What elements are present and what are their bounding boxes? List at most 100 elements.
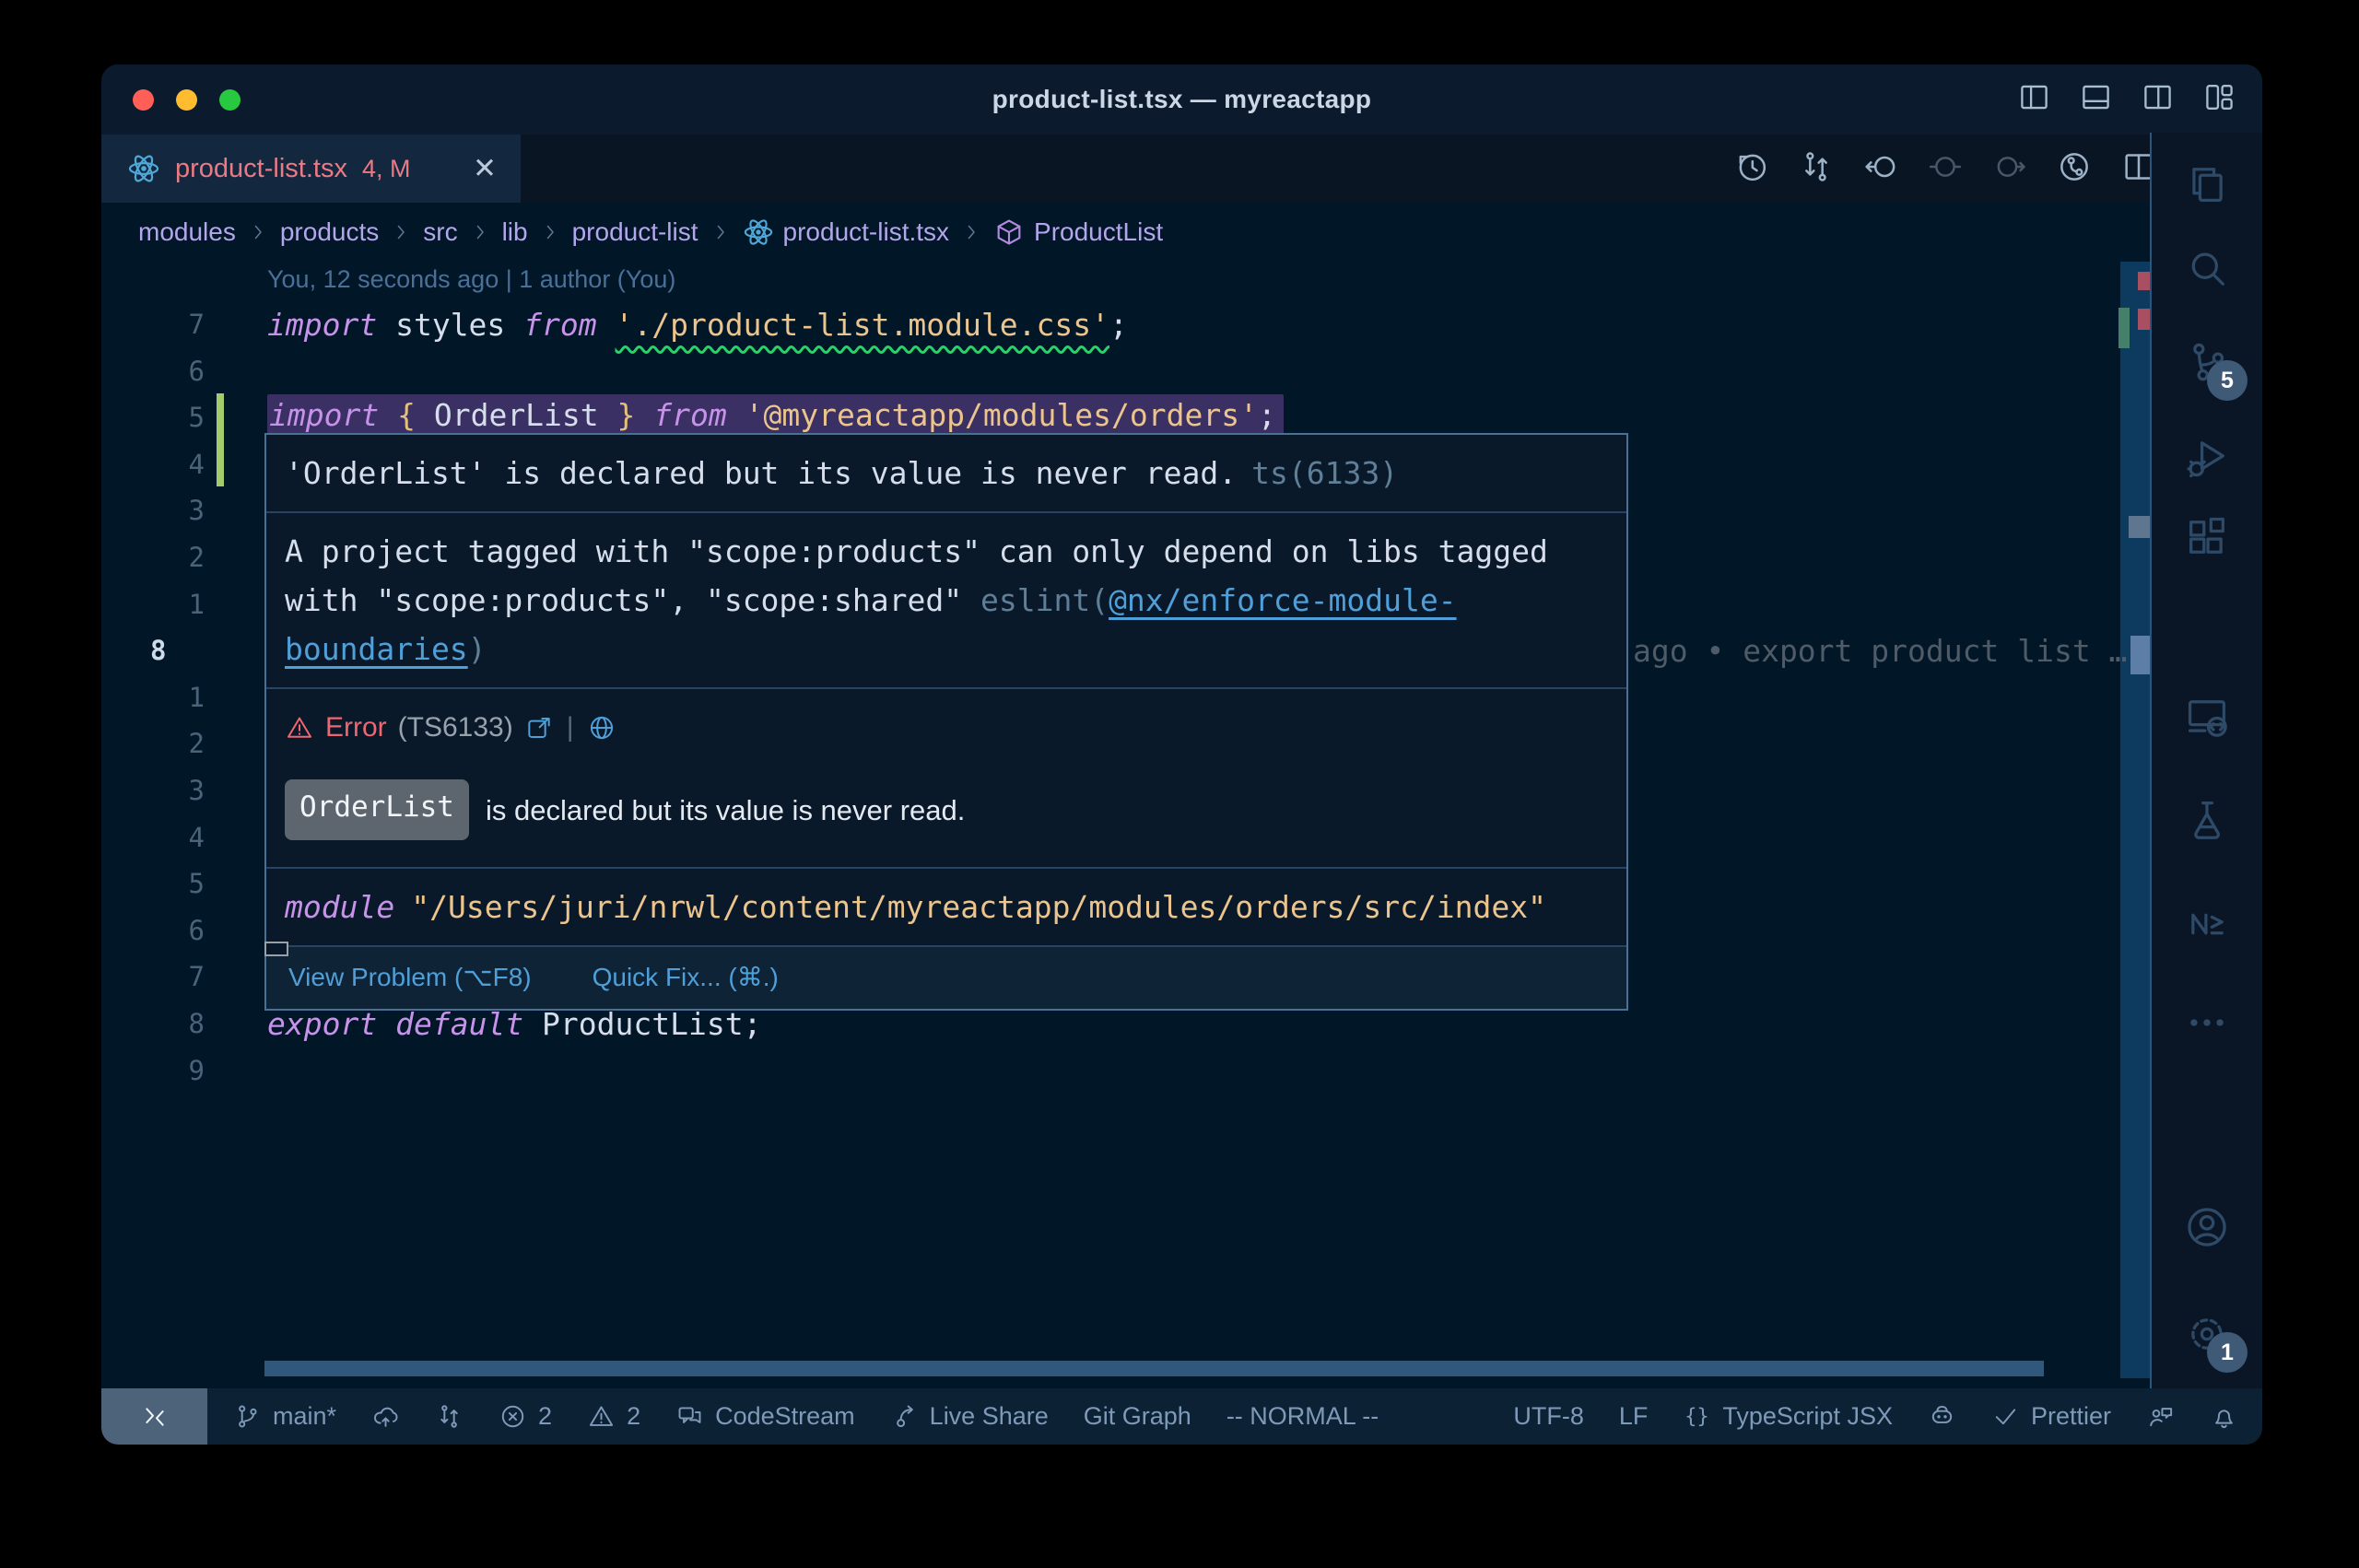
close-tab-icon[interactable]: ✕	[473, 152, 497, 185]
activity-files-icon[interactable]	[2183, 160, 2231, 208]
status-bell[interactable]	[2210, 1402, 2238, 1431]
line-number: 6	[101, 907, 205, 954]
status-normal[interactable]: -- NORMAL --	[1226, 1402, 1379, 1431]
status-compare-changes[interactable]	[435, 1402, 464, 1431]
modified-gutter-indicator	[217, 393, 224, 486]
eslint-source-open: eslint(	[980, 582, 1109, 618]
error-severity-label: Error	[325, 703, 387, 752]
status-feedback[interactable]	[2146, 1402, 2175, 1431]
code-line[interactable]: import styles from './product-list.modul…	[267, 301, 1128, 348]
hover-error-detail: Error(TS6133) | OrderList is declared bu…	[266, 687, 1626, 867]
cloud-upload-icon	[371, 1402, 400, 1431]
prev-change-button[interactable]	[1927, 148, 1964, 190]
breadcrumb-item[interactable]: modules	[138, 217, 236, 247]
check-icon	[1991, 1402, 2020, 1431]
breadcrumb-item[interactable]: product-list.tsx	[743, 216, 950, 248]
next-change-button[interactable]	[1991, 148, 2028, 190]
minimize-window-button[interactable]	[176, 89, 197, 111]
activity-bar: 51	[2150, 133, 2262, 1388]
codestream-icon	[675, 1402, 704, 1431]
line-number: 5	[101, 860, 205, 907]
status-live-share[interactable]: Live Share	[890, 1402, 1049, 1431]
status-2[interactable]: 2	[499, 1402, 552, 1431]
line-number: 1	[101, 674, 205, 721]
quick-fix-action[interactable]: Quick Fix... (⌘.)	[593, 962, 779, 992]
view-problem-action[interactable]: View Problem (⌥F8)	[288, 962, 532, 992]
activity-search-icon[interactable]	[2183, 245, 2231, 293]
status-typescript-jsx[interactable]: {}TypeScript JSX	[1683, 1402, 1893, 1431]
globe-icon[interactable]	[587, 713, 616, 743]
activity-nx-console-icon[interactable]	[2183, 900, 2231, 948]
status-bar: main* 2 2 CodeStream Live Share Git Graph -- N…	[101, 1388, 2262, 1445]
chip-message: is declared but its value is never read.	[486, 786, 965, 835]
activity-testing-icon[interactable]	[2183, 796, 2231, 844]
tab-product-list[interactable]: product-list.tsx 4, M ✕	[101, 135, 521, 203]
external-link-icon[interactable]	[524, 713, 554, 743]
react-icon	[127, 152, 160, 185]
status-left: main* 2 2 CodeStream Live Share Git Graph -- N…	[207, 1402, 1379, 1431]
status-2[interactable]: 2	[587, 1402, 640, 1431]
line-number: 4	[101, 814, 205, 861]
layout-customize-button[interactable]	[2202, 80, 2236, 119]
activity-more-icon[interactable]	[2183, 999, 2231, 1047]
activity-extensions-icon[interactable]	[2183, 513, 2231, 561]
status-git-graph[interactable]: Git Graph	[1084, 1402, 1191, 1431]
status-prettier[interactable]: Prettier	[1991, 1402, 2111, 1431]
separator: |	[567, 703, 574, 752]
hover-resize-handle[interactable]	[264, 942, 288, 956]
error-mark	[2138, 309, 2150, 330]
breadcrumb-item[interactable]: product-list	[572, 217, 698, 247]
line-number: 7	[101, 954, 205, 1000]
live-share-icon	[890, 1402, 919, 1431]
tab-label: product-list.tsx	[175, 154, 347, 184]
breadcrumb-item[interactable]: ProductList	[993, 216, 1163, 248]
horizontal-scrollbar[interactable]	[264, 1361, 2044, 1376]
titlebar[interactable]: product-list.tsx — myreactapp	[101, 64, 2262, 135]
close-window-button[interactable]	[133, 89, 154, 111]
layout-sidebar-right-button[interactable]	[2141, 80, 2175, 119]
react-icon	[743, 216, 774, 248]
remote-indicator[interactable]	[101, 1388, 207, 1445]
module-keyword: module	[285, 883, 394, 931]
line-number: 6	[101, 348, 205, 395]
status-cloud-upload[interactable]	[371, 1402, 400, 1431]
activity-source-control-icon[interactable]: 5	[2183, 338, 2231, 386]
overview-ruler[interactable]	[2120, 262, 2150, 1378]
line-number: 8	[101, 1000, 205, 1047]
breadcrumb-item[interactable]: products	[280, 217, 379, 247]
chevron-right-icon	[469, 221, 491, 243]
editor-surface[interactable]: You, 12 seconds ago | 1 author (You) 765…	[101, 262, 2150, 1388]
braces-icon: {}	[1683, 1402, 1711, 1431]
tab-bar: product-list.tsx 4, M ✕	[101, 135, 2262, 203]
breadcrumb-item[interactable]: src	[423, 217, 457, 247]
status-main[interactable]: main*	[233, 1402, 336, 1431]
history-button[interactable]	[1733, 148, 1770, 190]
scrollbar-slider[interactable]	[2130, 636, 2150, 674]
activity-account-icon[interactable]	[2183, 1203, 2231, 1251]
line-number: 3	[101, 767, 205, 814]
symbol-box-icon	[993, 216, 1025, 248]
breadcrumb-item[interactable]: lib	[502, 217, 528, 247]
status-codestream[interactable]: CodeStream	[675, 1402, 855, 1431]
git-graph-button[interactable]	[2056, 148, 2093, 190]
status-copilot[interactable]	[1928, 1402, 1956, 1431]
activity-remote-explorer-icon[interactable]	[2183, 693, 2231, 741]
tab-dirty-badge: 4, M	[362, 155, 411, 183]
diagnostic-code: ts(6133)	[1251, 455, 1398, 491]
line-number: 3	[101, 487, 205, 534]
chevron-right-icon	[960, 221, 982, 243]
line-number: 4	[101, 441, 205, 488]
activity-debug-icon[interactable]	[2183, 434, 2231, 482]
layout-sidebar-left-button[interactable]	[2017, 80, 2051, 119]
activity-settings-gear-icon[interactable]: 1	[2183, 1310, 2231, 1358]
status-right: UTF-8 LF {}TypeScript JSX Prettier	[1487, 1402, 2262, 1431]
error-circle-icon	[499, 1402, 527, 1431]
compare-changes-button[interactable]	[1798, 148, 1835, 190]
open-changes-button[interactable]	[1862, 148, 1899, 190]
line-number: 2	[101, 720, 205, 767]
status-lf[interactable]: LF	[1619, 1402, 1649, 1431]
zoom-window-button[interactable]	[219, 89, 241, 111]
layout-panel-button[interactable]	[2079, 80, 2113, 119]
copilot-icon	[1928, 1402, 1956, 1431]
status-utf-8[interactable]: UTF-8	[1513, 1402, 1584, 1431]
